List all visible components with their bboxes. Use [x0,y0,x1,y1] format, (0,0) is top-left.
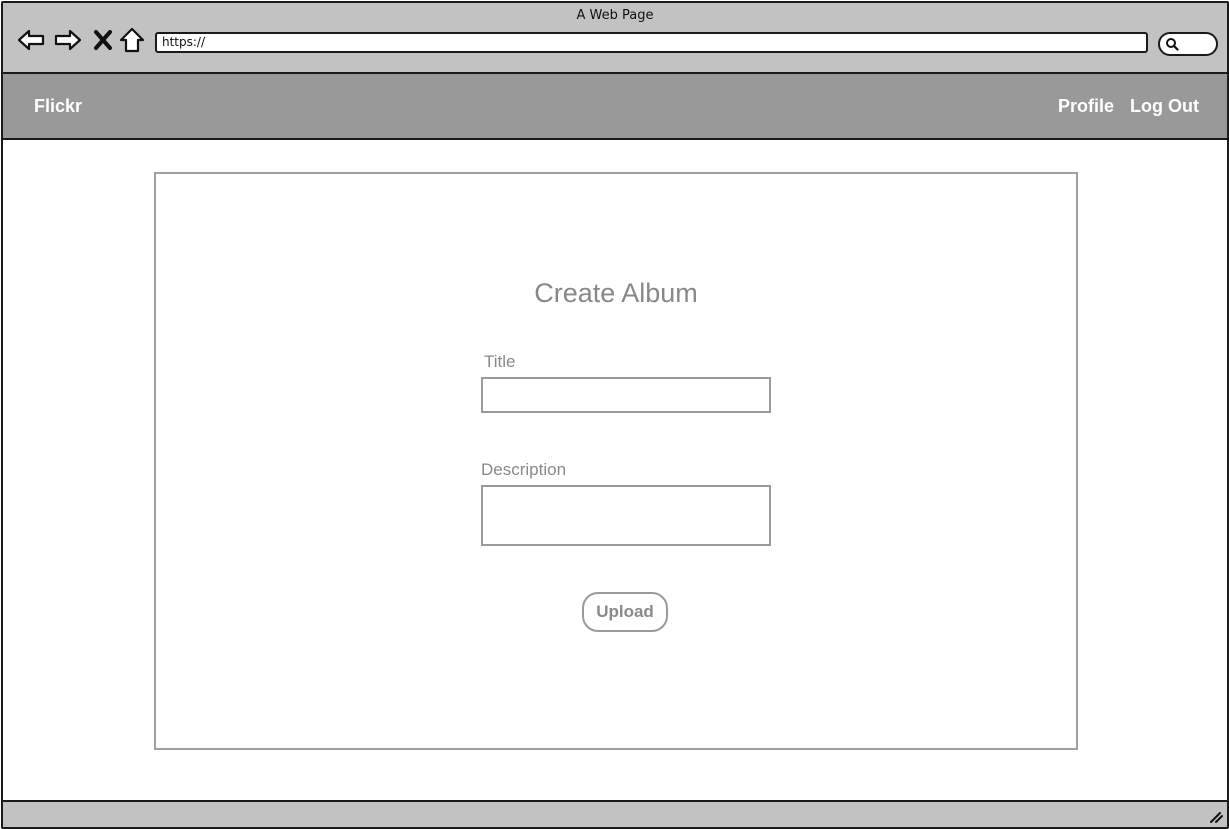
window-title: A Web Page [576,8,654,23]
description-input[interactable] [481,485,771,546]
forward-arrow-icon [54,29,82,51]
forward-button[interactable] [53,25,83,55]
upload-button[interactable]: Upload [582,592,668,632]
resize-grip-icon [1210,812,1223,823]
browser-search-button[interactable] [1158,32,1218,56]
back-arrow-icon [17,29,45,51]
description-label: Description [481,460,567,479]
resize-handle[interactable] [1209,810,1223,827]
close-icon [94,30,112,50]
create-album-card: Create Album Title Description Upload [154,172,1078,750]
page-title: Create Album [534,278,698,308]
browser-toolbar: A Web Page https:// [3,3,1227,74]
home-button[interactable] [117,25,147,55]
home-icon [119,27,145,53]
nav-link-profile[interactable]: Profile [1058,96,1114,117]
status-bar [3,800,1227,827]
title-label: Title [484,352,516,371]
stop-button[interactable] [88,25,118,55]
app-navbar: Flickr Profile Log Out [3,74,1227,140]
nav-link-logout[interactable]: Log Out [1130,96,1199,117]
url-input[interactable]: https:// [155,32,1148,53]
browser-window: A Web Page https:// Flickr Profile Log O… [1,1,1229,829]
title-input[interactable] [481,377,771,413]
back-button[interactable] [16,25,46,55]
brand-logo[interactable]: Flickr [34,96,82,117]
search-icon [1166,38,1179,51]
